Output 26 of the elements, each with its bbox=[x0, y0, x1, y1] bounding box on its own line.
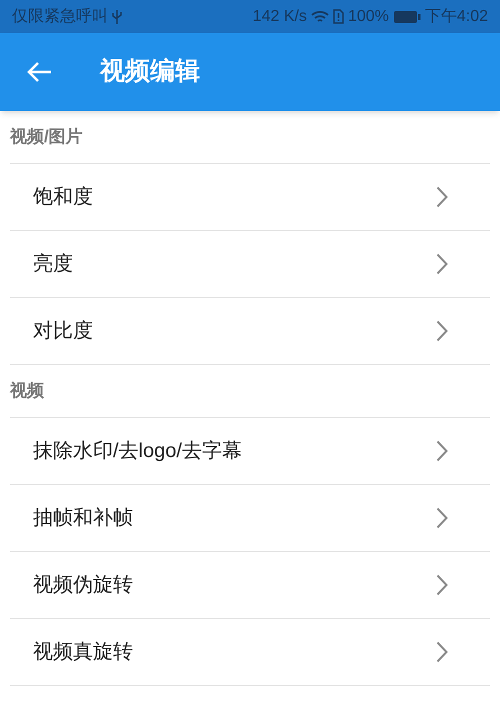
section-header: 视频/图片 bbox=[10, 126, 83, 148]
chevron-right-icon bbox=[436, 440, 448, 462]
menu-item[interactable]: 饱和度 bbox=[10, 164, 490, 231]
chevron-right-icon bbox=[436, 507, 448, 529]
menu-item[interactable]: 抽帧和补帧 bbox=[10, 485, 490, 552]
network-speed: 142 K/s bbox=[252, 6, 307, 26]
sim-icon bbox=[332, 9, 344, 24]
menu-item[interactable]: 视频伪旋转 bbox=[10, 552, 490, 619]
chevron-right-icon bbox=[436, 641, 448, 663]
battery-icon bbox=[392, 10, 421, 24]
chevron-right-icon bbox=[436, 253, 448, 275]
screen-title: 视频编辑 bbox=[100, 56, 200, 88]
wifi-icon bbox=[310, 10, 329, 24]
menu-item[interactable]: 视频真旋转 bbox=[10, 619, 490, 686]
clock: 下午4:02 bbox=[424, 6, 488, 26]
usb-icon bbox=[112, 8, 122, 24]
chevron-right-icon bbox=[436, 320, 448, 342]
status-text: 仅限紧急呼叫 bbox=[12, 6, 108, 26]
chevron-right-icon bbox=[436, 574, 448, 596]
menu-item[interactable]: 亮度 bbox=[10, 231, 490, 298]
chevron-right-icon bbox=[436, 186, 448, 208]
menu-item[interactable]: 对比度 bbox=[10, 298, 490, 365]
section-header: 视频 bbox=[10, 380, 44, 402]
battery-percent: 100% bbox=[348, 6, 389, 26]
back-arrow-icon bbox=[26, 61, 52, 83]
menu-item[interactable]: 抹除水印/去logo/去字幕 bbox=[10, 418, 490, 485]
